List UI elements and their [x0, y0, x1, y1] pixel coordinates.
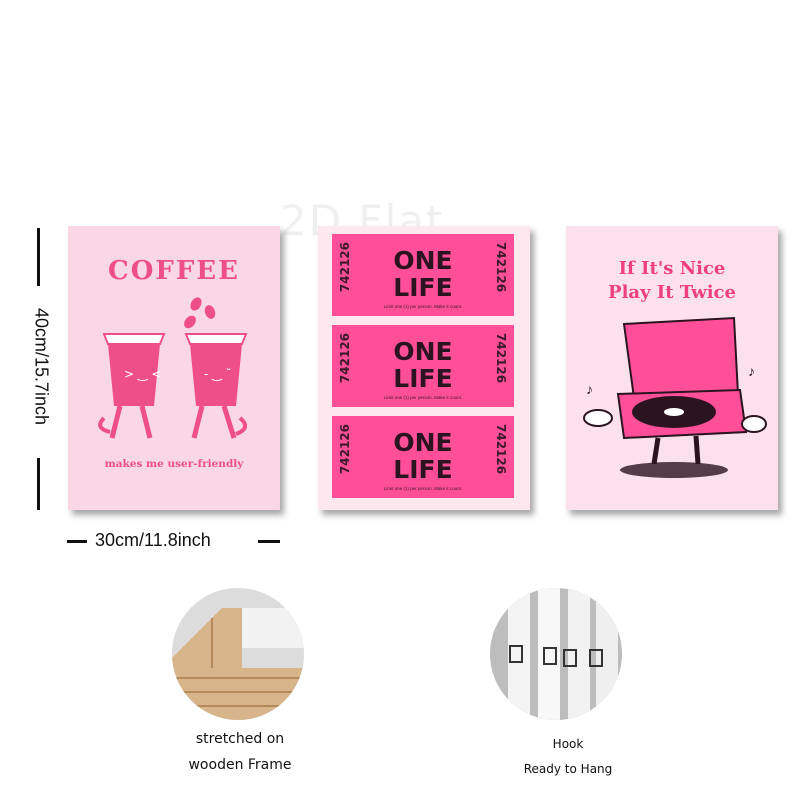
svg-text:> ‿ <: > ‿ <	[124, 367, 161, 381]
coffee-poster: COFFEE > ‿ < - ‿ ˘ makes me user-friendl…	[68, 226, 280, 510]
wooden-frame-icon	[172, 588, 304, 720]
ticket-line1: ONE	[393, 428, 453, 457]
ticket-fine-print: Limit one (1) per person. Make it count.	[383, 395, 463, 400]
ticket-line2: LIFE	[393, 455, 453, 484]
ticket-line2: LIFE	[393, 273, 453, 302]
coffee-poster-title: COFFEE	[108, 256, 240, 286]
hook-icon	[490, 588, 622, 720]
frame-caption-line1: stretched on	[195, 731, 285, 747]
ticket: 742126 742126 ONE LIFE Limit one (1) per…	[332, 416, 514, 498]
svg-text:♪: ♪	[748, 363, 755, 379]
ticket-fine-print: Limit one (1) per person. Make it count.	[383, 304, 463, 309]
coffee-poster-subtitle: makes me user-friendly	[104, 458, 244, 470]
ticket: 742126 742126 ONE LIFE Limit one (1) per…	[332, 325, 514, 407]
vinyl-poster-title-line2: Play It Twice	[608, 282, 736, 303]
ticket-line1: ONE	[393, 246, 453, 275]
width-dimension-label: 30cm/11.8inch	[95, 530, 211, 550]
hook-caption-line1: Hook	[552, 737, 584, 751]
ticket-line1: ONE	[393, 337, 453, 366]
hook-caption-line2: Ready to Hang	[523, 762, 613, 776]
coffee-cups-icon: > ‿ < - ‿ ˘	[98, 297, 248, 439]
height-dimension-line-bottom	[37, 458, 40, 510]
vinyl-poster-title-line1: If It's Nice	[618, 258, 726, 279]
ticket-fine-print: Limit one (1) per person. Make it count.	[383, 486, 463, 491]
width-dimension-line-left	[67, 540, 87, 543]
one-life-poster: 742126 742126 ONE LIFE Limit one (1) per…	[318, 226, 530, 510]
frame-caption-line2: wooden Frame	[188, 757, 292, 773]
ticket-line2: LIFE	[393, 364, 453, 393]
vinyl-poster: If It's Nice Play It Twice ♪ ♪	[566, 226, 778, 510]
svg-text:- ‿ ˘: - ‿ ˘	[204, 367, 232, 381]
svg-text:♪: ♪	[586, 381, 593, 397]
width-dimension-line-right	[258, 540, 280, 543]
hook-photo	[490, 588, 622, 720]
record-player-icon: ♪ ♪	[583, 316, 767, 478]
height-dimension-line-top	[37, 228, 40, 286]
ticket: 742126 742126 ONE LIFE Limit one (1) per…	[332, 234, 514, 316]
wooden-frame-photo	[172, 588, 304, 720]
height-dimension-label: 40cm/15.7inch	[31, 307, 52, 426]
